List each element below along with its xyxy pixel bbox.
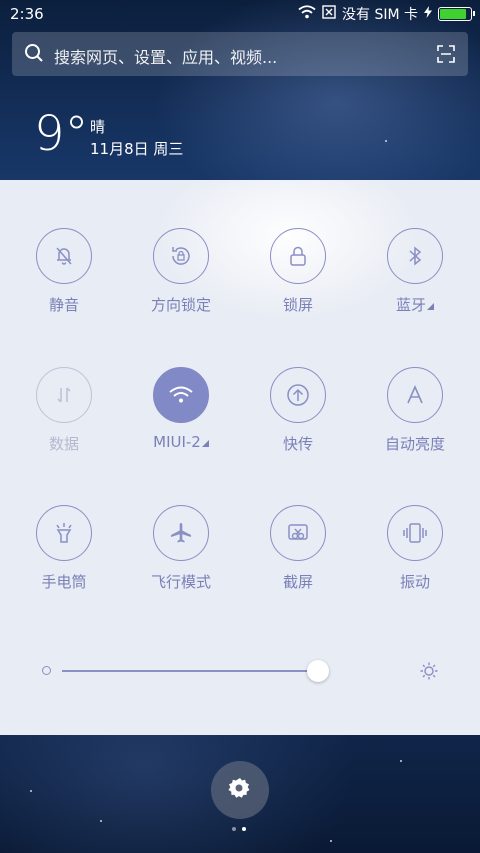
page-indicator [232,827,246,831]
toggle-wifi[interactable]: MIUI-2 [126,367,236,451]
wifi-icon [153,367,209,423]
no-sim-icon [322,5,336,23]
brightness-low-icon [42,666,51,675]
scan-icon[interactable] [436,44,456,68]
toggle-label: 快传 [282,435,313,453]
toggle-lock-screen[interactable]: 锁屏 [243,228,353,315]
expand-indicator-icon [427,303,434,310]
auto-brightness-icon [387,367,443,423]
lock-icon [270,228,326,284]
brightness-high-icon[interactable] [419,661,439,685]
toggle-label: 数据 [48,435,79,453]
expand-indicator-icon [201,440,209,447]
settings-button[interactable] [211,761,269,819]
toggle-label: MIUI-2 [126,433,236,451]
brightness-slider-thumb[interactable] [307,660,329,682]
search-bar[interactable]: 搜索网页、设置、应用、视频... [12,32,468,76]
gear-icon [228,776,252,804]
search-placeholder: 搜索网页、设置、应用、视频... [54,48,278,67]
bluetooth-icon [387,228,443,284]
page-dot [232,827,236,831]
battery-icon [438,7,475,21]
toggle-bluetooth[interactable]: 蓝牙 [360,228,470,315]
toggle-label: 锁屏 [282,296,313,314]
weather-date: 11月8日 周三 [90,140,184,158]
status-time: 2:36 [10,5,44,23]
weather-condition: 晴 [90,118,106,136]
toggle-label: 方向锁定 [150,296,211,314]
vibrate-icon [387,505,443,561]
bluetooth-label-text: 蓝牙 [395,296,426,314]
toggle-auto-brightness[interactable]: 自动亮度 [360,367,470,454]
toggle-label: 蓝牙 [360,294,470,315]
status-icons: 没有 SIM 卡 [298,4,475,24]
toggle-mute[interactable]: 静音 [9,228,119,315]
weather-temperature: 9° [34,106,89,162]
search-icon [24,43,44,67]
toggle-screenshot[interactable]: 截屏 [243,505,353,592]
toggle-rotation-lock[interactable]: 方向锁定 [126,228,236,315]
toggle-quick-transfer[interactable]: 快传 [243,367,353,454]
toggle-label: 静音 [48,296,79,314]
toggle-label: 振动 [399,573,430,591]
flashlight-icon [36,505,92,561]
screenshot-icon [270,505,326,561]
charging-icon [424,6,432,22]
rotation-lock-icon [153,228,209,284]
toggle-airplane-mode[interactable]: 飞行模式 [126,505,236,592]
status-bar: 2:36 没有 SIM 卡 [0,0,480,28]
toggle-label: 飞行模式 [150,573,211,591]
quick-transfer-icon [270,367,326,423]
toggle-label: 手电筒 [41,573,87,591]
brightness-slider-track[interactable] [62,670,318,672]
toggle-flashlight[interactable]: 手电筒 [9,505,119,592]
toggle-label: 自动亮度 [384,435,445,453]
sim-status-text: 没有 SIM 卡 [342,7,418,23]
toggle-mobile-data[interactable]: 数据 [9,367,119,454]
mobile-data-icon [36,367,92,423]
page-dot-active [242,827,246,831]
toggle-label: 截屏 [282,573,313,591]
airplane-icon [153,505,209,561]
toggle-vibrate[interactable]: 振动 [360,505,470,592]
wifi-status-icon [298,5,316,23]
wifi-label-text: MIUI-2 [153,433,201,451]
mute-bell-icon [36,228,92,284]
